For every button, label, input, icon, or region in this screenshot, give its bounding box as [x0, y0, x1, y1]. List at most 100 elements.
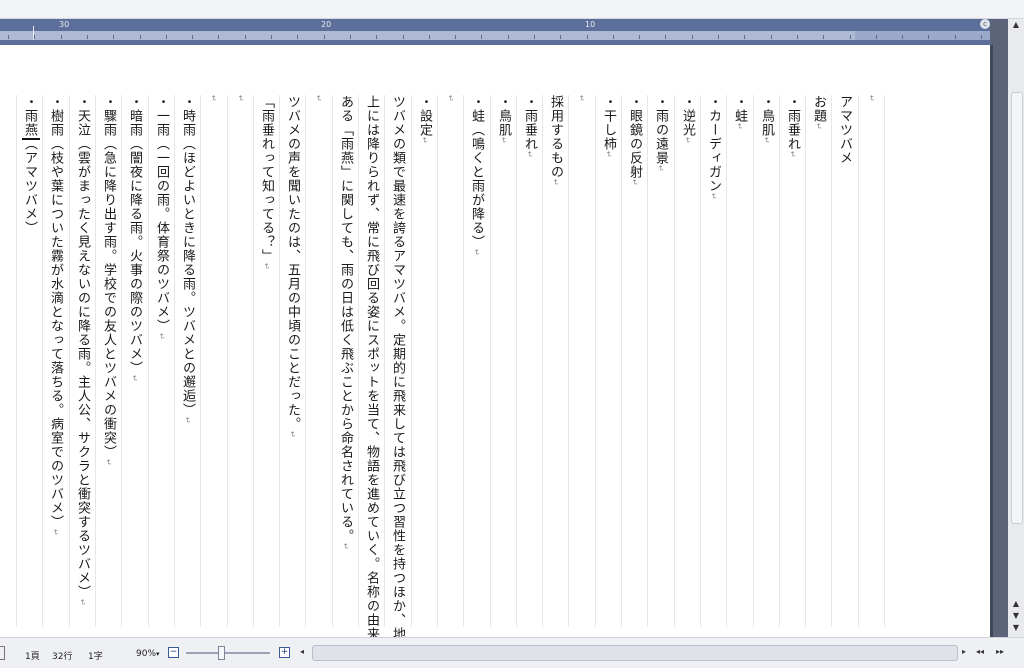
paragraph-mark-icon: ↵: [656, 165, 665, 173]
ruler-tick: [8, 35, 9, 39]
scroll-up-small-icon[interactable]: ▲: [1008, 598, 1024, 610]
status-left-bracket: [0, 646, 5, 660]
ruler-tick: [61, 35, 62, 39]
ruler-tick: [560, 35, 561, 39]
ruler-tick: [797, 35, 798, 39]
ruler-tick: [297, 35, 298, 39]
text-column[interactable]: ↵: [438, 95, 462, 635]
paragraph-mark-icon: ↵: [683, 137, 692, 145]
column-text: ツバメの類で最速を誇るアマツバメ。定期的に飛来しては飛び立つ習性を持つほか、地: [390, 95, 405, 637]
column-text: ・逆光: [680, 95, 695, 137]
scroll-down-icon[interactable]: ▼: [1008, 610, 1024, 622]
text-column[interactable]: ・驟雨（急に降り出す雨。学校での友人とツバメの衝突）↵: [96, 95, 120, 635]
ruler-tick: [928, 35, 929, 39]
text-column[interactable]: お題↵: [806, 95, 830, 635]
ruler-tick: [850, 35, 851, 39]
text-column[interactable]: ・蛙（鳴くと雨が降る）↵: [464, 95, 488, 635]
column-text: ・眼鏡の反射: [627, 95, 642, 179]
ruler-tick: [639, 35, 640, 39]
column-text: ・時雨（ほどよいときに降る雨。ツバメとの邂逅）: [180, 95, 195, 417]
text-column[interactable]: ・干し柿↵: [596, 95, 620, 635]
paragraph-mark-icon: ↵: [525, 151, 534, 159]
zoom-out-button[interactable]: −: [168, 647, 179, 658]
zoom-dropdown-caret-icon[interactable]: ▾: [156, 650, 160, 658]
ruler-tick: [166, 35, 167, 39]
ruler-corner-button[interactable]: c: [980, 19, 990, 29]
text-column[interactable]: ・一雨（一回の雨。体育祭のツバメ）↵: [149, 95, 173, 635]
vertical-scroll-thumb[interactable]: [1011, 92, 1023, 524]
column-text: ・鳥肌: [759, 95, 774, 137]
text-column[interactable]: ↵: [306, 95, 330, 635]
text-column[interactable]: ・暗雨（闇夜に降る雨。火事の際のツバメ）↵: [122, 95, 146, 635]
column-text: 採用するもの: [548, 95, 563, 179]
text-column[interactable]: ・雨垂れ↵: [780, 95, 804, 635]
text-column[interactable]: ・逆光↵: [675, 95, 699, 635]
zoom-slider-thumb[interactable]: [218, 646, 225, 660]
text-column[interactable]: アマツバメ: [832, 95, 856, 635]
text-column[interactable]: ↵: [569, 95, 593, 635]
text-column[interactable]: ・設定↵: [412, 95, 436, 635]
paragraph-mark-icon: ↵: [420, 137, 429, 145]
paragraph-mark-icon: ↵: [604, 151, 613, 159]
document-page[interactable]: ↵ アマツバメ お題↵ ・雨垂れ↵ ・鳥肌↵ ・蛙↵ ・カーディガン↵ ・逆光↵ ・雨の遠景↵ ・…: [0, 45, 990, 637]
paragraph-mark-icon: ↵: [762, 137, 771, 145]
ruler-tick: [324, 35, 325, 39]
hscroll-left-icon[interactable]: ◂: [300, 647, 304, 656]
text-column[interactable]: ↵: [859, 95, 883, 635]
paragraph-mark-icon: ↵: [499, 137, 508, 145]
paragraph-mark-icon: ↵: [157, 333, 166, 341]
ruler-tick: [245, 35, 246, 39]
text-column[interactable]: ・雨垂れ↵: [517, 95, 541, 635]
text-column[interactable]: ・雨の遠景↵: [648, 95, 672, 635]
paragraph-mark-icon: ↵: [735, 123, 744, 131]
paragraph-mark-icon: ↵: [814, 123, 823, 131]
text-column[interactable]: 「雨垂れって知ってる？」↵: [254, 95, 278, 635]
scroll-down-end-icon[interactable]: ▼: [1008, 622, 1024, 634]
hscroll-right-icon[interactable]: ▸: [962, 647, 966, 656]
text-column[interactable]: ・カーディガン↵: [701, 95, 725, 635]
text-column[interactable]: ・天泣（雲がまったく見えないのに降る雨。主人公、サクラと衝突するツバメ）↵: [70, 95, 94, 635]
zoom-in-button[interactable]: +: [279, 647, 290, 658]
ruler-tick: [34, 35, 35, 39]
paragraph-mark-icon: ↵: [209, 95, 218, 103]
paragraph-mark-icon: ↵: [709, 193, 718, 201]
column-text: ・雨の遠景: [653, 95, 668, 165]
page-prev-icon[interactable]: ◂◂: [976, 647, 984, 656]
paragraph-mark-icon: ↵: [472, 249, 481, 257]
text-column[interactable]: 上には降りられず、常に飛び回る姿にスポットを当て、物語を進めていく。名称の由来で: [359, 95, 383, 637]
text-column[interactable]: ツバメの声を聞いたのは、五月の中頃のことだった。↵: [280, 95, 304, 635]
paragraph-mark-icon: ↵: [130, 375, 139, 383]
text-column[interactable]: ・時雨（ほどよいときに降る雨。ツバメとの邂逅）↵: [175, 95, 199, 635]
column-text: ・驟雨（急に降り出す雨。学校での友人とツバメの衝突）: [101, 95, 116, 459]
column-text: ・設定: [417, 95, 432, 137]
column-text: ・蛙（鳴くと雨が降る）: [469, 95, 484, 249]
column-text: ・蛙: [732, 95, 747, 123]
ruler-number-20: 20: [321, 20, 332, 29]
text-column[interactable]: ・眼鏡の反射↵: [622, 95, 646, 635]
text-column[interactable]: ・鳥肌↵: [491, 95, 515, 635]
text-column[interactable]: 採用するもの↵: [543, 95, 567, 635]
horizontal-ruler[interactable]: 30 20 10: [0, 19, 990, 45]
text-column[interactable]: ↵: [228, 95, 252, 635]
zoom-level[interactable]: 90%: [136, 649, 156, 659]
scroll-up-icon[interactable]: ▲: [1008, 19, 1024, 31]
horizontal-scroll-thumb[interactable]: [312, 645, 958, 661]
ruler-tick: [771, 35, 772, 39]
column-text: ・一雨（一回の雨。体育祭のツバメ）: [154, 95, 169, 333]
text-column[interactable]: ツバメの類で最速を誇るアマツバメ。定期的に飛来しては飛び立つ習性を持つほか、地: [385, 95, 409, 637]
column-text: ・天泣（雲がまったく見えないのに降る雨。主人公、サクラと衝突するツバメ）: [75, 95, 90, 599]
paragraph-mark-icon: ↵: [867, 95, 876, 103]
page-next-icon[interactable]: ▸▸: [996, 647, 1004, 656]
ruler-tick: [692, 35, 693, 39]
column-text: 上には降りられず、常に飛び回る姿にスポットを当て、物語を進めていく。名称の由来で: [364, 95, 379, 637]
ruler-tick: [823, 35, 824, 39]
text-column[interactable]: ・鳥肌↵: [754, 95, 778, 635]
column-text: ・雨垂れ: [785, 95, 800, 151]
text-column[interactable]: ・樹雨（枝や葉についた霧が水滴となって落ちる。病室でのツバメ）↵: [43, 95, 67, 635]
text-column[interactable]: ・蛙↵: [727, 95, 751, 635]
text-column[interactable]: ある「雨燕」に関しても、雨の日は低く飛ぶことから命名されている。↵: [333, 95, 357, 635]
text-column[interactable]: ・雨燕（アマツバメ）: [17, 95, 41, 635]
text-column[interactable]: ↵: [201, 95, 225, 635]
zoom-slider-track[interactable]: [186, 652, 270, 654]
ruler-tick: [192, 35, 193, 39]
